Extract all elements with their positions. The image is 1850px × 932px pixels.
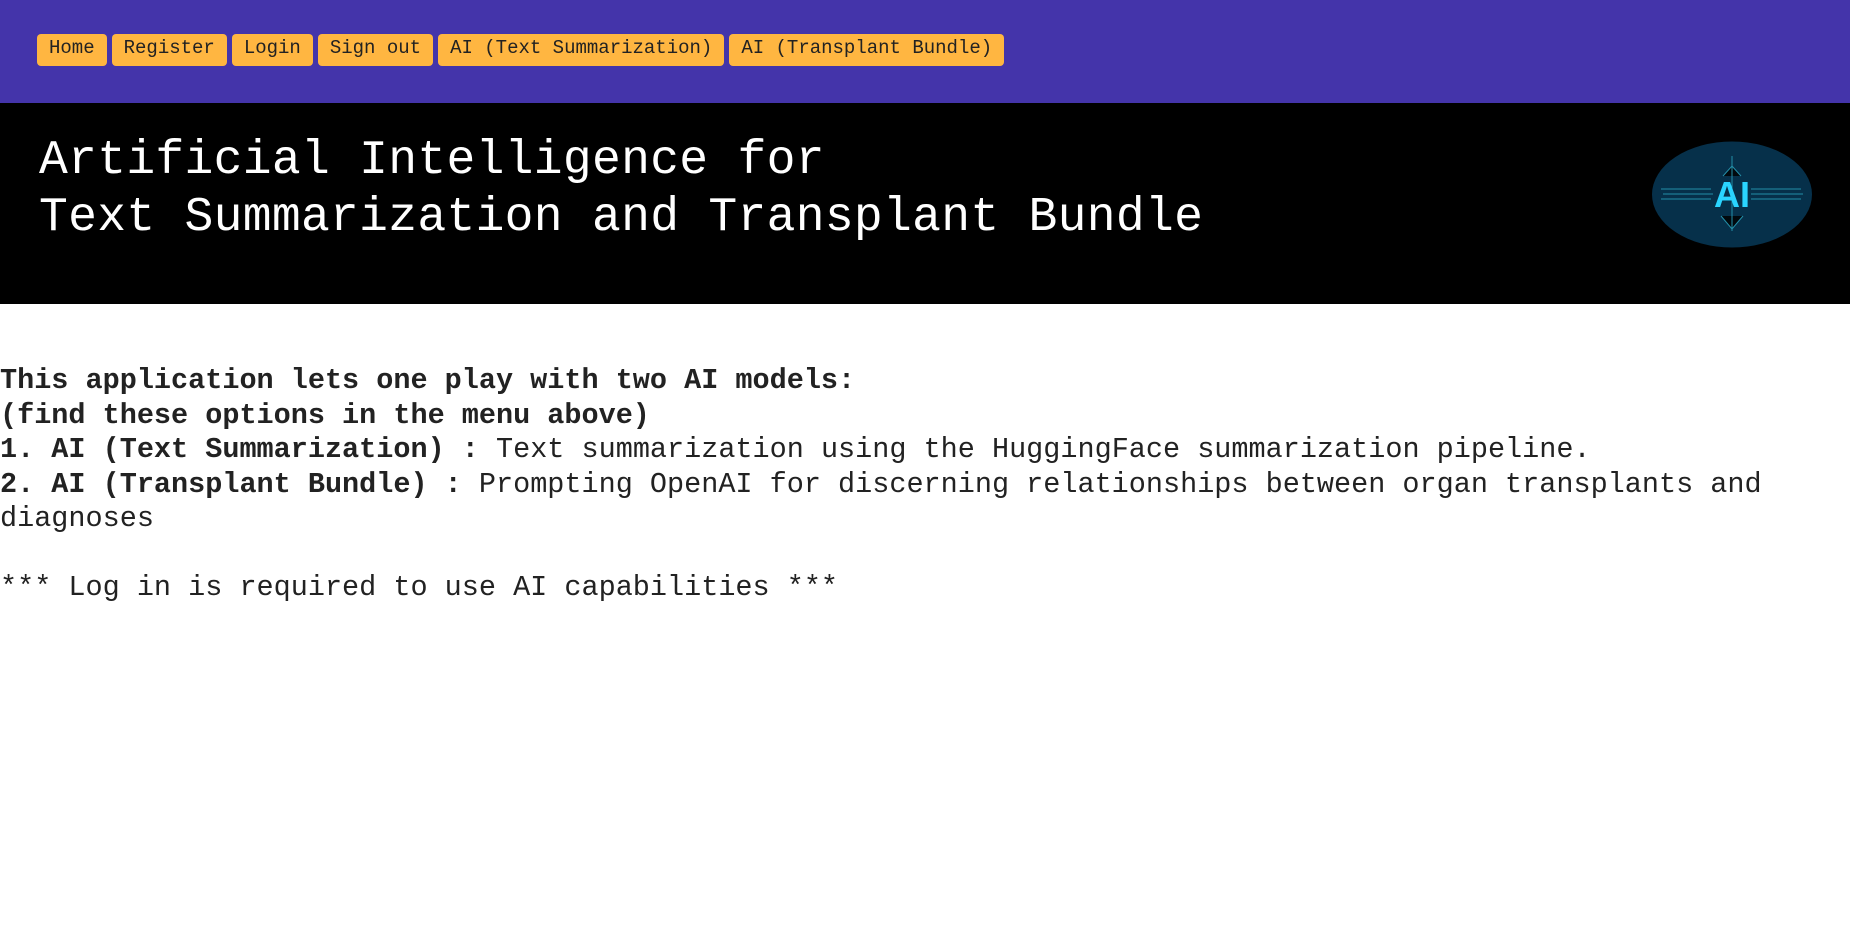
model-item-1: 1. AI (Text Summarization) : Text summar… (0, 433, 1850, 468)
main-content: This application lets one play with two … (0, 304, 1850, 606)
nav-home[interactable]: Home (37, 33, 107, 66)
nav-register[interactable]: Register (111, 33, 227, 66)
hint-text: (find these options in the menu above) (0, 399, 1850, 434)
model-1-description: Text summarization using the HuggingFace… (478, 433, 1591, 466)
model-item-2: 2. AI (Transplant Bundle) : Prompting Op… (0, 468, 1850, 537)
svg-text:AI: AI (1714, 174, 1750, 215)
ai-logo-icon: AI (1652, 141, 1812, 248)
nav-ai-transplant-bundle[interactable]: AI (Transplant Bundle) (729, 33, 1005, 66)
nav-ai-text-summarization[interactable]: AI (Text Summarization) (438, 33, 725, 66)
model-2-label: 2. AI (Transplant Bundle) : (0, 467, 462, 501)
title-line-2: Text Summarization and Transplant Bundle (39, 191, 1204, 245)
top-nav: Home Register Login Sign out AI (Text Su… (0, 0, 1850, 103)
nav-sign-out[interactable]: Sign out (317, 33, 434, 66)
nav-login[interactable]: Login (231, 33, 313, 66)
title-line-1: Artificial Intelligence for (39, 134, 825, 188)
model-1-label: 1. AI (Text Summarization) : (0, 433, 479, 466)
page-title: Artificial Intelligence for Text Summari… (39, 133, 1203, 247)
login-notice: *** Log in is required to use AI capabil… (0, 571, 839, 604)
banner: Artificial Intelligence for Text Summari… (0, 103, 1850, 304)
intro-bold: This application lets one play with two … (0, 364, 856, 397)
hint-bold: (find these options in the menu above) (0, 398, 650, 432)
intro-text: This application lets one play with two … (0, 364, 1850, 399)
